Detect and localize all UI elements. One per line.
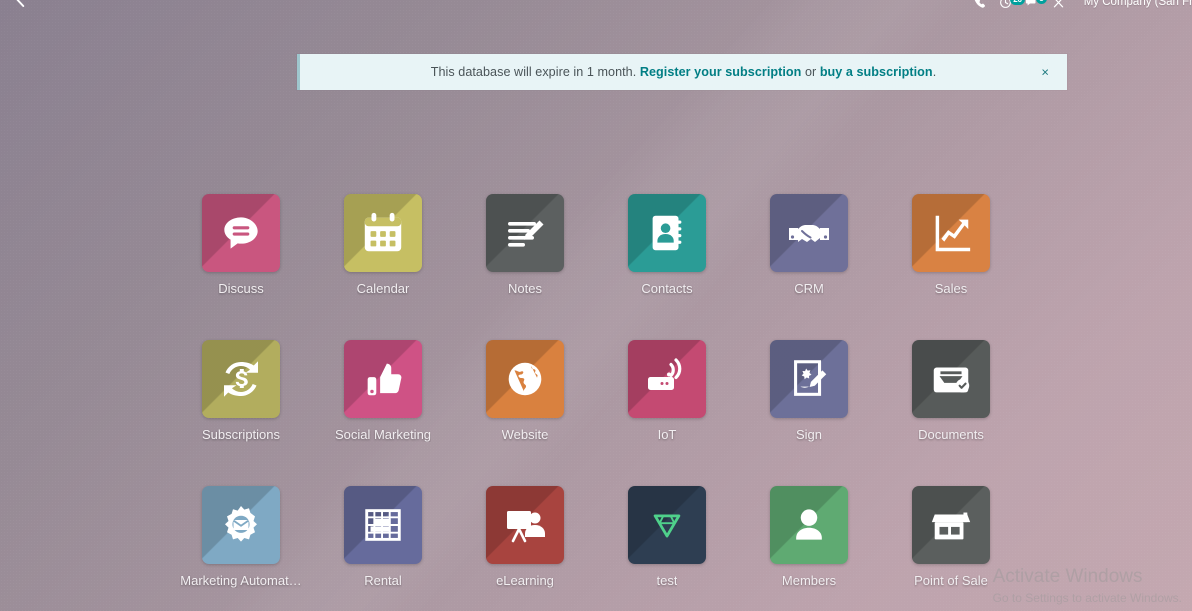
banner-text-before: This database will expire in 1 month. (430, 65, 640, 79)
desktop-root: 26 5 My Company (San Francisco This data… (0, 0, 1192, 611)
storefront-icon (931, 512, 971, 540)
handshake-icon (789, 225, 829, 242)
register-subscription-link[interactable]: Register your subscription (640, 65, 802, 79)
tools-icon (1053, 0, 1063, 7)
app-tile[interactable] (486, 340, 564, 418)
app-elearning[interactable]: eLearning (454, 486, 596, 588)
app-tile[interactable] (486, 194, 564, 272)
globe-icon (508, 362, 542, 396)
app-documents[interactable]: Documents (880, 340, 1022, 442)
activities-badge: 26 (1009, 0, 1026, 5)
app-label: Website (501, 427, 549, 442)
discuss-chat-icon (224, 217, 258, 249)
subscription-expiry-banner: This database will expire in 1 month. Re… (297, 54, 1067, 90)
app-discuss[interactable]: Discuss (170, 194, 312, 296)
app-label: Calendar (356, 281, 410, 296)
app-label: Rental (364, 573, 402, 588)
app-calendar[interactable]: Calendar (312, 194, 454, 296)
back-button[interactable] (12, 0, 30, 9)
company-name-label[interactable]: My Company (San Francisco (1084, 0, 1192, 8)
app-sign[interactable]: Sign (738, 340, 880, 442)
topbar-right-group: 26 5 My Company (San Francisco (973, 0, 1192, 9)
phone-button[interactable] (973, 0, 986, 9)
app-subscriptions[interactable]: Subscriptions (170, 340, 312, 442)
app-label: Subscriptions (201, 427, 281, 442)
app-contacts[interactable]: Contacts (596, 194, 738, 296)
app-tile[interactable] (912, 340, 990, 418)
tools-button[interactable] (1052, 0, 1065, 9)
banner-close-button[interactable]: × (1041, 66, 1049, 79)
app-label: Point of Sale (914, 573, 988, 588)
app-tile[interactable] (770, 340, 848, 418)
app-label: IoT (657, 427, 677, 442)
app-tile[interactable] (628, 340, 706, 418)
app-website[interactable]: Website (454, 340, 596, 442)
app-label: Notes (508, 281, 542, 296)
sales-chart-icon (935, 215, 971, 252)
app-tile[interactable] (770, 486, 848, 564)
app-label: Documents (918, 427, 984, 442)
app-label: eLearning (496, 573, 554, 588)
banner-message: This database will expire in 1 month. Re… (431, 65, 937, 79)
messages-button[interactable]: 5 (1025, 0, 1047, 9)
app-rental[interactable]: Rental (312, 486, 454, 588)
app-members[interactable]: Members (738, 486, 880, 588)
members-person-icon (796, 509, 822, 540)
app-label: Contacts (641, 281, 693, 296)
top-navbar: 26 5 My Company (San Francisco (0, 0, 1192, 16)
app-tile[interactable] (202, 486, 280, 564)
chevron-left-icon (16, 0, 25, 7)
app-tile[interactable] (628, 194, 706, 272)
phone-icon (974, 0, 985, 8)
elearning-board-icon (507, 511, 545, 543)
app-sales[interactable]: Sales (880, 194, 1022, 296)
app-tile[interactable] (344, 486, 422, 564)
app-label: Discuss (218, 281, 264, 296)
app-tile[interactable] (628, 486, 706, 564)
rental-grid-icon (365, 509, 401, 541)
buy-subscription-link[interactable]: buy a subscription (820, 65, 933, 79)
app-label: Sales (934, 281, 968, 296)
iot-wifi-box-icon (648, 358, 682, 390)
app-marketing-automation[interactable]: Marketing Automat… (170, 486, 312, 588)
app-label: Sign (795, 427, 823, 442)
diamond-icon (653, 514, 681, 538)
notes-pencil-icon (508, 220, 544, 247)
recurring-dollar-icon (224, 361, 258, 397)
app-tile[interactable] (486, 486, 564, 564)
app-tile[interactable] (202, 194, 280, 272)
app-crm[interactable]: CRM (738, 194, 880, 296)
app-tile[interactable] (344, 340, 422, 418)
thumbs-up-icon (367, 363, 402, 396)
app-label: Social Marketing (334, 427, 432, 442)
app-label: CRM (794, 281, 824, 296)
gear-mail-icon (225, 506, 257, 542)
app-iot[interactable]: IoT (596, 340, 738, 442)
app-tile[interactable] (202, 340, 280, 418)
app-point-of-sale[interactable]: Point of Sale (880, 486, 1022, 588)
app-tile[interactable] (912, 194, 990, 272)
contacts-book-icon (652, 215, 682, 251)
banner-text-after: . (932, 65, 937, 79)
calendar-icon (364, 212, 402, 252)
app-grid: Discuss Calendar Notes Contacts CRM Sale… (0, 194, 1192, 611)
sign-document-icon (794, 360, 827, 396)
app-label: Marketing Automat… (180, 573, 302, 588)
app-label: Members (781, 573, 837, 588)
app-notes[interactable]: Notes (454, 194, 596, 296)
documents-folder-icon (933, 367, 970, 393)
banner-text-between: or (801, 65, 820, 79)
app-tile[interactable] (770, 194, 848, 272)
activities-button[interactable]: 26 (999, 0, 1026, 9)
app-tile[interactable] (344, 194, 422, 272)
app-label: test (656, 573, 678, 588)
app-tile[interactable] (912, 486, 990, 564)
app-test[interactable]: test (596, 486, 738, 588)
app-social-marketing[interactable]: Social Marketing (312, 340, 454, 442)
